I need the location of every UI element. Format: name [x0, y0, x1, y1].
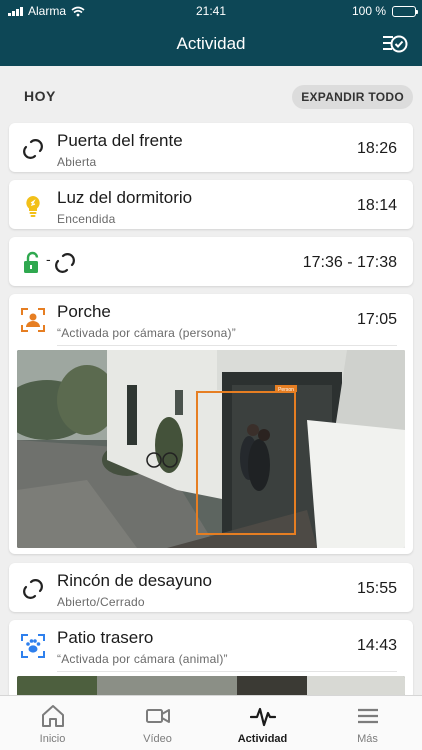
event-title: Puerta del frente	[57, 131, 183, 150]
tab-label: Vídeo	[143, 733, 172, 745]
light-bulb-icon	[26, 196, 40, 217]
person-camera-icon	[21, 308, 45, 332]
page-title: Actividad	[176, 34, 246, 53]
sensor-link-icon	[55, 253, 75, 273]
battery-percent: 100 %	[351, 4, 386, 18]
event-card-bedroom-light[interactable]: Luz del dormitorio Encendida 18:14	[9, 180, 413, 229]
tab-bar: Inicio Vídeo Actividad Más	[0, 695, 422, 750]
tab-activity[interactable]: Actividad	[210, 696, 315, 750]
sensor-link-icon	[23, 139, 43, 159]
activity-pulse-icon	[250, 707, 276, 727]
tab-home[interactable]: Inicio	[0, 696, 105, 750]
event-title: Patio trasero	[57, 628, 154, 647]
event-subtitle: “Activada por cámara (animal)”	[57, 652, 228, 666]
paw-camera-icon	[21, 634, 45, 658]
event-title: Rincón de desayuno	[57, 571, 213, 590]
event-card-front-door[interactable]: Puerta del frente Abierta 18:26	[9, 123, 413, 172]
event-subtitle: “Activada por cámara (persona)”	[57, 326, 236, 340]
camera-snapshot[interactable]: Person	[17, 350, 405, 548]
event-card-porch[interactable]: Porche “Activada por cámara (persona)” 1…	[9, 294, 413, 554]
event-separator: -	[46, 251, 51, 267]
section-label-today: HOY	[24, 88, 56, 104]
event-time: 17:05	[356, 311, 397, 328]
event-time: 18:26	[356, 140, 397, 157]
event-time: 18:14	[356, 197, 397, 214]
tab-label: Actividad	[237, 733, 288, 745]
event-time: 15:55	[356, 580, 397, 597]
event-title: Porche	[57, 302, 111, 321]
filter-check-icon[interactable]	[382, 32, 408, 56]
battery-icon	[392, 5, 418, 17]
status-bar: Alarma 21:41 100 %	[0, 0, 422, 22]
event-time: 14:43	[356, 637, 397, 654]
divider	[57, 345, 397, 346]
menu-icon	[358, 708, 378, 724]
section-header: HOY EXPANDIR TODO	[0, 66, 422, 120]
detection-label: Person	[278, 387, 294, 393]
sensor-link-icon	[23, 579, 43, 599]
event-subtitle: Abierta	[57, 155, 97, 169]
event-subtitle: Encendida	[57, 212, 116, 226]
divider	[57, 671, 397, 672]
event-title: Luz del dormitorio	[57, 188, 193, 207]
expand-all-button[interactable]: EXPANDIR TODO	[292, 85, 413, 109]
event-card-backyard[interactable]: Patio trasero “Activada por cámara (anim…	[9, 620, 413, 700]
home-icon	[42, 705, 64, 727]
event-card-breakfast-nook[interactable]: Rincón de desayuno Abierto/Cerrado 15:55	[9, 563, 413, 612]
event-time: 17:36 - 17:38	[302, 254, 397, 271]
camera-snapshot[interactable]	[17, 676, 405, 696]
tab-label: Más	[357, 733, 378, 745]
event-card-lock-sensor[interactable]: - 17:36 - 17:38	[9, 237, 413, 286]
nav-bar: Actividad	[0, 22, 422, 66]
tab-more[interactable]: Más	[315, 696, 420, 750]
tab-video[interactable]: Vídeo	[105, 696, 210, 750]
tab-label: Inicio	[39, 733, 66, 745]
unlock-icon	[24, 251, 39, 273]
event-subtitle: Abierto/Cerrado	[57, 595, 145, 609]
video-camera-icon	[146, 709, 170, 723]
